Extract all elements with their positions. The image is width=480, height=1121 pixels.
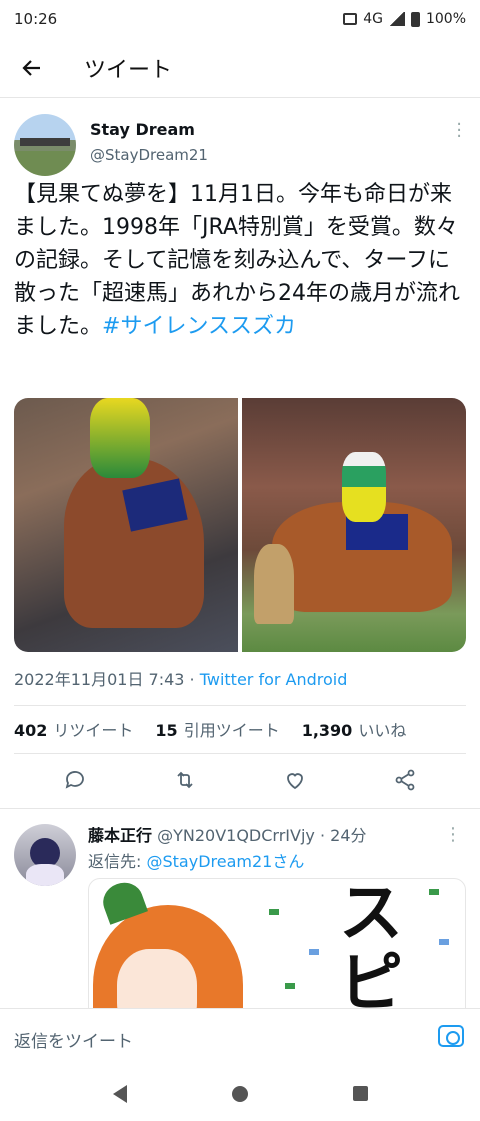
- client-link[interactable]: Twitter for Android: [200, 670, 348, 689]
- reply-icon: [65, 771, 84, 789]
- like-button[interactable]: [283, 768, 307, 796]
- vibrate-icon: [343, 13, 358, 25]
- retweet-button[interactable]: [173, 768, 197, 796]
- reply-to-prefix: 返信先:: [88, 852, 147, 871]
- retweet-icon: [177, 771, 193, 789]
- author-handle[interactable]: @StayDream21: [90, 146, 208, 164]
- reply-image[interactable]: スピー: [88, 878, 466, 1018]
- quote-label[interactable]: 引用ツイート: [184, 717, 280, 741]
- tweet-media: [14, 398, 466, 652]
- jockey-figure: [342, 452, 386, 522]
- nav-recent-icon[interactable]: [352, 1086, 368, 1101]
- back-button[interactable]: [0, 38, 64, 98]
- reply-composer[interactable]: 返信をツイート: [0, 1008, 480, 1066]
- tweet-datetime: 2022年11月01日 7:43: [14, 670, 185, 689]
- like-count[interactable]: 1,390: [302, 721, 353, 740]
- more-options-icon[interactable]: · · ·: [456, 116, 462, 146]
- jockey-figure: [90, 398, 150, 478]
- reply-author-handle[interactable]: @YN20V1QDCrrIVjy: [157, 826, 315, 845]
- signal-icon: [388, 12, 405, 26]
- reply-author-name[interactable]: 藤本正行: [88, 826, 152, 845]
- divider: [14, 705, 466, 706]
- system-nav-bar: [0, 1066, 480, 1121]
- share-button[interactable]: [393, 768, 417, 796]
- author-name[interactable]: Stay Dream: [90, 120, 195, 139]
- divider: [14, 753, 466, 754]
- nav-home-icon[interactable]: [231, 1085, 248, 1102]
- page-title: ツイート: [84, 57, 173, 83]
- battery-icon: [410, 11, 420, 27]
- image-text: スピー: [339, 878, 403, 1018]
- confetti: [285, 983, 295, 989]
- tweet-actions: [0, 762, 480, 802]
- reply-to-link[interactable]: @StayDream21さん: [146, 852, 304, 871]
- status-icons: 4G 100%: [343, 11, 466, 27]
- status-bar: 10:26 4G 100%: [0, 0, 480, 38]
- reply-to: 返信先: @StayDream21さん: [88, 848, 304, 872]
- tweet-photo[interactable]: [14, 398, 238, 652]
- retweet-label[interactable]: リツイート: [53, 717, 133, 741]
- tweet-text: 【見果てぬ夢を】11月1日。今年も命日が来ました。1998年「JRA特別賞」を受…: [14, 178, 466, 343]
- tweet-photo[interactable]: [242, 398, 466, 652]
- tweet-stats: 402 リツイート 15 引用ツイート 1,390 いいね: [14, 717, 406, 741]
- reply-time: · 24分: [314, 826, 367, 845]
- confetti: [269, 909, 279, 915]
- network-label: 4G: [363, 11, 383, 27]
- hashtag-link[interactable]: #サイレンススズカ: [102, 314, 296, 339]
- tweet-author[interactable]: Stay Dream @StayDream21 · · ·: [14, 114, 466, 176]
- like-label[interactable]: いいね: [358, 717, 406, 741]
- heart-icon: [287, 773, 303, 790]
- confetti: [309, 949, 319, 955]
- retweet-count[interactable]: 402: [14, 721, 47, 740]
- camera-icon[interactable]: [438, 1025, 464, 1047]
- app-header: ツイート: [0, 38, 480, 98]
- quote-count[interactable]: 15: [155, 721, 177, 740]
- battery-level: 100%: [425, 11, 466, 27]
- reply-input[interactable]: 返信をツイート: [14, 1027, 133, 1052]
- nav-back-icon[interactable]: [112, 1084, 127, 1103]
- meta-separator: ·: [184, 670, 200, 689]
- avatar[interactable]: [14, 114, 76, 176]
- avatar[interactable]: [14, 824, 76, 886]
- horse-figure: [64, 458, 204, 628]
- arrow-left-icon: [22, 59, 40, 76]
- divider: [0, 808, 480, 809]
- tweet-meta: 2022年11月01日 7:43 · Twitter for Android: [14, 666, 347, 690]
- reply-button[interactable]: [63, 768, 87, 796]
- share-icon: [395, 769, 415, 791]
- more-options-icon[interactable]: ⋮: [444, 824, 462, 845]
- reply-author: 藤本正行 @YN20V1QDCrrIVjy · 24分: [88, 822, 367, 846]
- status-time: 10:26: [14, 10, 58, 28]
- photographer-figure: [254, 544, 294, 624]
